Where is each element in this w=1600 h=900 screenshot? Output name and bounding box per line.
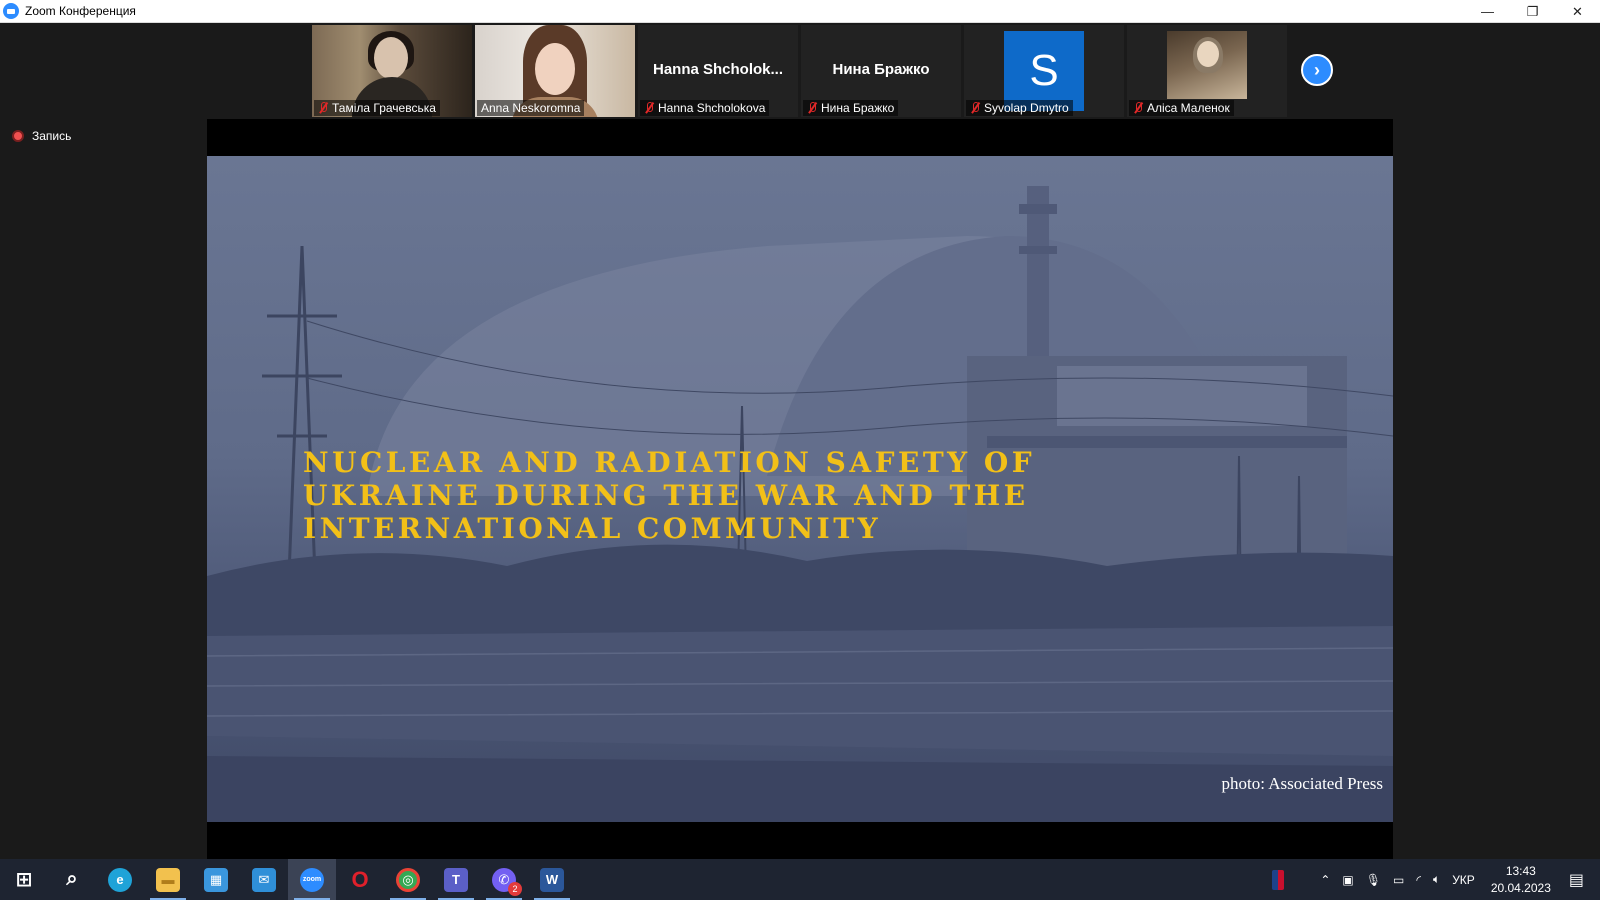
- taskbar-opera[interactable]: O: [336, 859, 384, 900]
- participant-name: Hanna Shcholokova: [658, 101, 766, 115]
- recording-label: Запись: [32, 129, 72, 143]
- participant-name: Аліса Маленок: [1147, 101, 1230, 115]
- chevron-right-icon: ›: [1314, 59, 1320, 80]
- taskbar-viber[interactable]: ✆ 2: [480, 859, 528, 900]
- participant-tile[interactable]: S Syvolap Dmytro: [964, 25, 1124, 117]
- slide-title-line: NUCLEAR AND RADIATION SAFETY OF: [303, 446, 1036, 479]
- clock-date: 20.04.2023: [1490, 880, 1551, 895]
- slide-title-line: UKRAINE DURING THE WAR AND THE: [303, 479, 1029, 512]
- taskbar-word[interactable]: W: [528, 859, 576, 900]
- participant-display-name: Hanna Shcholok...: [652, 61, 784, 78]
- meet-now-icon[interactable]: ▣: [1336, 873, 1359, 887]
- participant-strip: Таміла Грачевська Anna Neskoromna Hanna …: [312, 25, 1287, 117]
- minimize-button[interactable]: —: [1465, 0, 1510, 23]
- participant-name: Anna Neskoromna: [481, 101, 581, 115]
- taskbar-edge[interactable]: e: [96, 859, 144, 900]
- taskbar-chrome[interactable]: ◎: [384, 859, 432, 900]
- teams-icon: T: [444, 867, 468, 892]
- meeting-area: Таміла Грачевська Anna Neskoromna Hanna …: [0, 23, 1600, 859]
- word-icon: W: [540, 867, 564, 892]
- clock-time: 13:43: [1505, 863, 1536, 878]
- restore-button[interactable]: ❐: [1510, 0, 1555, 23]
- muted-mic-icon: [644, 102, 654, 114]
- chrome-icon: ◎: [396, 867, 420, 892]
- muted-mic-icon: [807, 102, 817, 114]
- taskbar-store[interactable]: ▦: [192, 859, 240, 900]
- muted-mic-icon: [1133, 102, 1143, 114]
- shared-screen: NUCLEAR AND RADIATION SAFETY OF UKRAINE …: [207, 119, 1393, 859]
- participant-display-name: Нина Бражко: [832, 61, 930, 78]
- taskbar-file-explorer[interactable]: ▬: [144, 859, 192, 900]
- muted-mic-icon: [318, 102, 328, 114]
- chevron-up-icon[interactable]: ⌃: [1314, 873, 1336, 887]
- volume-icon[interactable]: 🔈︎: [1427, 872, 1446, 887]
- participant-tile[interactable]: Hanna Shcholok... Hanna Shcholokova: [638, 25, 798, 117]
- slide-title-line: INTERNATIONAL COMMUNITY: [303, 512, 882, 545]
- windows-icon: ⊞: [15, 869, 33, 891]
- opera-icon: O: [351, 866, 369, 892]
- participant-nametag: Аліса Маленок: [1129, 100, 1234, 116]
- system-tray: ⌃ ▣ 🎙︎ ▭ ◜ 🔈︎ УКР 13:43 20.04.2023 ▤: [1272, 859, 1600, 900]
- microphone-icon[interactable]: 🎙︎: [1360, 873, 1387, 887]
- slide-title: NUCLEAR AND RADIATION SAFETY OF UKRAINE …: [303, 446, 1063, 545]
- edge-icon: e: [108, 867, 132, 892]
- presentation-slide: NUCLEAR AND RADIATION SAFETY OF UKRAINE …: [207, 156, 1393, 822]
- photo-credit: photo: Associated Press: [1221, 774, 1384, 793]
- participant-nametag: Таміла Грачевська: [314, 100, 440, 116]
- mail-icon: ✉: [252, 867, 276, 892]
- taskbar-mail[interactable]: ✉: [240, 859, 288, 900]
- participant-tile[interactable]: Нина Бражко Нина Бражко: [801, 25, 961, 117]
- window-title: Zoom Конференция: [25, 4, 136, 18]
- participant-nametag: Нина Бражко: [803, 100, 899, 116]
- participant-nametag: Hanna Shcholokova: [640, 100, 770, 116]
- start-button[interactable]: ⊞: [0, 859, 48, 900]
- store-icon: ▦: [204, 867, 228, 892]
- window-titlebar: Zoom Конференция — ❐ ✕: [0, 0, 1600, 23]
- search-button[interactable]: ⌕: [48, 859, 96, 900]
- participant-name: Syvolap Dmytro: [984, 101, 1069, 115]
- taskbar-zoom[interactable]: zoom: [288, 859, 336, 900]
- notifications-icon[interactable]: ▤: [1561, 870, 1600, 890]
- search-icon: ⌕: [66, 868, 78, 890]
- participant-name: Нина Бражко: [821, 101, 895, 115]
- zoom-icon: zoom: [300, 867, 324, 892]
- record-icon: [12, 130, 24, 142]
- close-button[interactable]: ✕: [1555, 0, 1600, 23]
- input-language[interactable]: УКР: [1446, 873, 1481, 887]
- wifi-icon[interactable]: ◜: [1410, 873, 1427, 887]
- participant-nametag: Syvolap Dmytro: [966, 100, 1073, 116]
- participant-nametag: Anna Neskoromna: [477, 100, 585, 116]
- window-controls: — ❐ ✕: [1465, 0, 1600, 23]
- recording-indicator[interactable]: Запись: [12, 129, 71, 143]
- participant-name: Таміла Грачевська: [332, 101, 436, 115]
- participant-avatar: S: [1004, 31, 1084, 111]
- muted-mic-icon: [970, 102, 980, 114]
- participant-tile-active-speaker[interactable]: Anna Neskoromna: [475, 25, 635, 117]
- nba-icon[interactable]: [1272, 869, 1285, 890]
- participant-tile[interactable]: Аліса Маленок: [1127, 25, 1287, 117]
- zoom-app-icon: [3, 3, 19, 19]
- participant-profile-photo: [1167, 31, 1247, 99]
- taskbar-teams[interactable]: T: [432, 859, 480, 900]
- battery-icon[interactable]: ▭: [1387, 873, 1410, 887]
- folder-icon: ▬: [156, 867, 180, 892]
- next-participants-button[interactable]: ›: [1301, 54, 1333, 86]
- windows-taskbar: ⊞ ⌕ e ▬ ▦ ✉ zoom O ◎ T ✆ 2 W ⌃ ▣ 🎙︎ ▭ ◜ …: [0, 859, 1600, 900]
- participant-tile[interactable]: Таміла Грачевська: [312, 25, 472, 117]
- taskbar-clock[interactable]: 13:43 20.04.2023: [1481, 863, 1561, 897]
- notification-badge: 2: [508, 882, 522, 896]
